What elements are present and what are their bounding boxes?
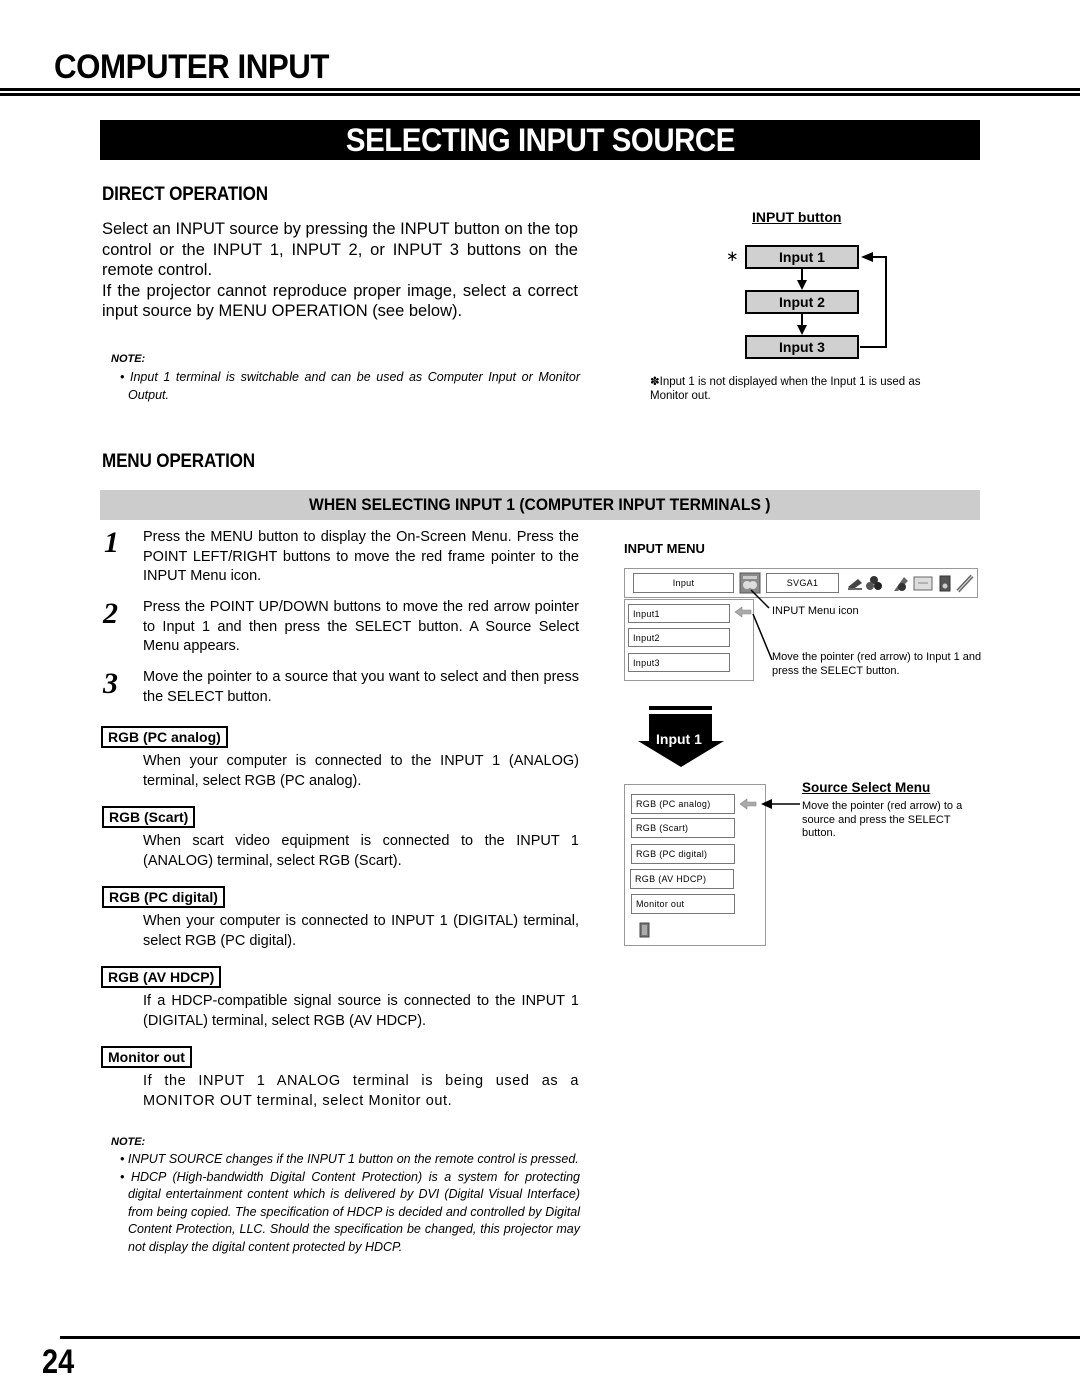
option-label-monitor-out: Monitor out xyxy=(101,1046,192,1068)
source-select-menu-title: Source Select Menu xyxy=(802,780,931,795)
option-label-rgb-pc-digital: RGB (PC digital) xyxy=(102,886,225,908)
source-item-rgb-scart[interactable]: RGB (Scart) xyxy=(631,818,735,838)
source-pointer xyxy=(739,798,800,810)
source-item-rgb-pc-digital[interactable]: RGB (PC digital) xyxy=(631,844,735,864)
input-menu-label: INPUT MENU xyxy=(624,541,705,556)
step-number: 3 xyxy=(103,667,118,700)
option-description: When your computer is connected to the I… xyxy=(143,753,579,789)
direct-operation-heading: DIRECT OPERATION xyxy=(102,184,268,205)
step-text: Press the POINT UP/DOWN buttons to move … xyxy=(143,599,579,654)
direct-operation-body: Select an INPUT source by pressing the I… xyxy=(102,219,578,322)
note-item: • INPUT SOURCE changes if the INPUT 1 bu… xyxy=(120,1152,579,1166)
cycle-arrows xyxy=(797,252,887,348)
down-arrow-icon xyxy=(797,269,807,290)
step-number: 1 xyxy=(104,526,119,559)
setting-icon xyxy=(956,574,974,593)
direct-operation-paragraph: Select an INPUT source by pressing the I… xyxy=(102,220,578,279)
page-number: 24 xyxy=(42,1343,75,1381)
section-title: SELECTING INPUT SOURCE xyxy=(345,121,735,158)
source-item-rgb-pc-analog[interactable]: RGB (PC analog) xyxy=(631,794,735,814)
color-icon xyxy=(866,576,882,590)
footer-rule xyxy=(60,1336,1080,1339)
note-label: NOTE: xyxy=(111,1136,146,1148)
sub-banner-title: WHEN SELECTING INPUT 1 (COMPUTER INPUT T… xyxy=(309,495,771,514)
transition-arrow-label: Input 1 xyxy=(656,731,702,747)
step-text: Press the MENU button to display the On-… xyxy=(143,529,579,584)
title-rule xyxy=(0,93,1080,96)
input-button-diagram-title: INPUT button xyxy=(752,209,842,225)
loop-back-arrow-icon xyxy=(860,252,887,348)
step-number: 2 xyxy=(103,597,118,630)
osd-item-input2[interactable]: Input2 xyxy=(628,628,730,647)
screen-icon xyxy=(913,576,933,591)
note-item: • HDCP (High-bandwidth Digital Content P… xyxy=(120,1169,580,1254)
note-label: NOTE: xyxy=(111,353,146,365)
osd-menu-title[interactable]: Input xyxy=(633,573,734,593)
option-label-rgb-scart: RGB (Scart) xyxy=(102,806,196,828)
pointer-callout: Move the pointer (red arrow) to Input 1 … xyxy=(772,651,982,677)
note-list: • INPUT SOURCE changes if the INPUT 1 bu… xyxy=(118,1151,580,1256)
page-title: COMPUTER INPUT xyxy=(54,48,330,86)
laptop-icon xyxy=(848,579,862,590)
menu-operation-heading: MENU OPERATION xyxy=(102,451,255,472)
asterisk-mark: ∗ xyxy=(726,248,739,265)
osd-item-input3[interactable]: Input3 xyxy=(628,653,730,672)
exit-door-icon[interactable] xyxy=(639,922,651,938)
option-description: If a HDCP-compatible signal source is co… xyxy=(143,993,579,1029)
osd-item-input1[interactable]: Input1 xyxy=(628,604,730,623)
source-item-rgb-av-hdcp[interactable]: RGB (AV HDCP) xyxy=(630,869,734,889)
option-description: When scart video equipment is connected … xyxy=(143,833,579,869)
section-banner: SELECTING INPUT SOURCE xyxy=(100,120,980,160)
option-label-rgb-pc-analog: RGB (PC analog) xyxy=(101,726,228,748)
image-adjust-icon xyxy=(894,577,908,591)
source-select-callout: Move the pointer (red arrow) to a source… xyxy=(802,800,963,839)
callout-arrow-icon xyxy=(761,799,772,809)
sound-icon xyxy=(939,575,951,592)
input-diagram-footnote: ✽Input 1 is not displayed when the Input… xyxy=(650,376,921,402)
option-label-rgb-av-hdcp: RGB (AV HDCP) xyxy=(101,966,222,988)
source-item-monitor-out[interactable]: Monitor out xyxy=(631,894,735,914)
option-description: When your computer is connected to INPUT… xyxy=(143,913,579,949)
down-arrow-icon xyxy=(797,314,807,335)
step-text: Move the pointer to a source that you wa… xyxy=(143,669,579,705)
osd-menu-icons xyxy=(848,574,974,593)
sub-banner: WHEN SELECTING INPUT 1 (COMPUTER INPUT T… xyxy=(100,490,980,520)
note-list: • Input 1 terminal is switchable and can… xyxy=(118,369,580,404)
note-item: • Input 1 terminal is switchable and can… xyxy=(120,370,581,402)
input-menu-icon-callout: INPUT Menu icon xyxy=(772,605,859,617)
title-rule xyxy=(0,88,1080,91)
direct-operation-paragraph: If the projector cannot reproduce proper… xyxy=(102,281,578,321)
red-arrow-pointer-icon xyxy=(739,798,757,810)
option-description: If the INPUT 1 ANALOG terminal is being … xyxy=(143,1073,579,1109)
